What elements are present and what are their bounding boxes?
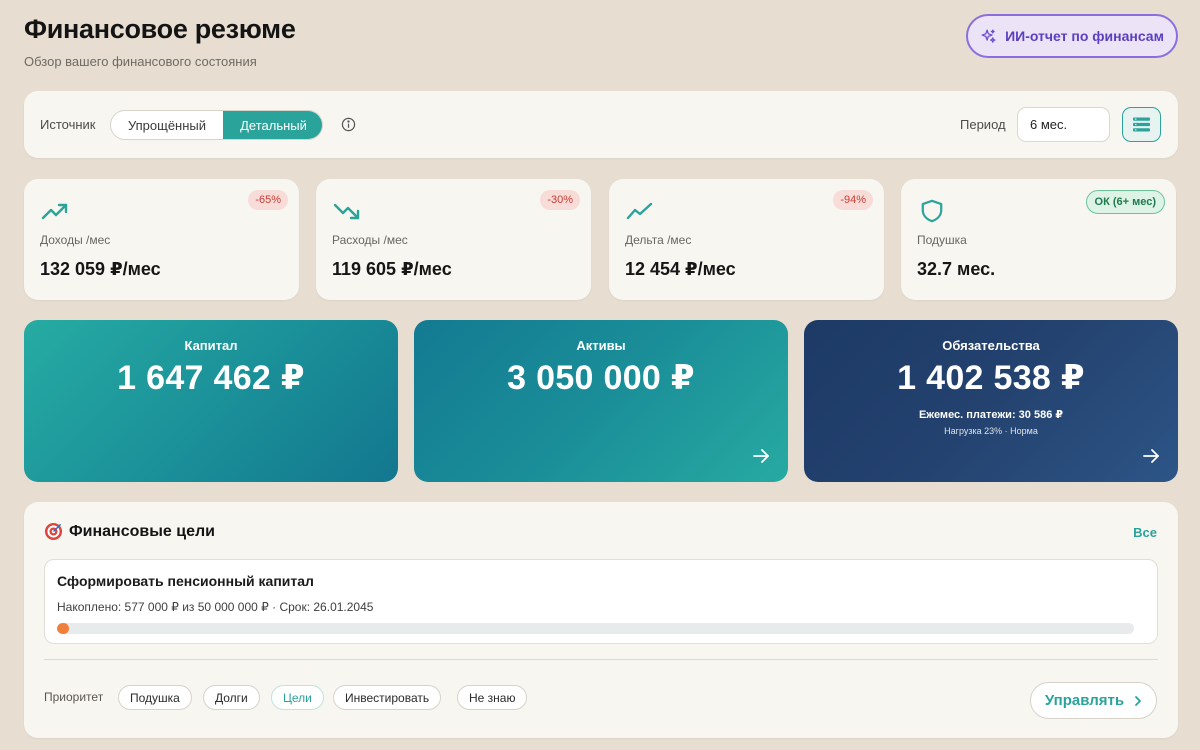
debt-load-note: Нагрузка 23% · Норма bbox=[944, 426, 1038, 436]
target-icon bbox=[44, 522, 63, 541]
delta-change-badge: -94% bbox=[833, 190, 873, 210]
cushion-value: 32.7 мес. bbox=[917, 259, 996, 279]
delta-label: Дельта /мес bbox=[625, 233, 692, 247]
goals-section: Финансовые цели Все Сформировать пенсион… bbox=[24, 502, 1178, 738]
stat-card-expenses: -30% Расходы /мес 119 605 ₽/мес bbox=[316, 179, 591, 300]
delta-value: 12 454 ₽/мес bbox=[625, 259, 736, 279]
divider bbox=[44, 659, 1158, 660]
cushion-label: Подушка bbox=[917, 233, 967, 247]
arrow-right-icon[interactable] bbox=[752, 448, 770, 464]
priority-chip-cushion[interactable]: Подушка bbox=[118, 685, 192, 710]
priority-chip-invest[interactable]: Инвестировать bbox=[333, 685, 442, 710]
line-chart-icon bbox=[626, 202, 653, 220]
stat-card-cushion: ОК (6+ мес) Подушка 32.7 мес. bbox=[901, 179, 1176, 300]
capital-value: 1 647 462 ₽ bbox=[117, 359, 305, 397]
arrow-right-icon[interactable] bbox=[1142, 448, 1160, 464]
filter-bar: Источник Упрощённый Детальный Период 6 м… bbox=[24, 91, 1178, 158]
priority-chip-debts[interactable]: Долги bbox=[203, 685, 260, 710]
period-label: Период bbox=[960, 117, 1006, 132]
goals-header: Финансовые цели bbox=[44, 522, 215, 541]
monthly-payments: Ежемес. платежи: 30 586 ₽ bbox=[804, 408, 1178, 421]
monthly-payments-label: Ежемес. платежи: bbox=[918, 409, 1016, 421]
source-option-simple[interactable]: Упрощённый bbox=[111, 111, 223, 139]
info-icon[interactable] bbox=[341, 117, 356, 132]
priority-label: Приоритет bbox=[44, 690, 104, 704]
trending-down-icon bbox=[333, 203, 360, 220]
income-label: Доходы /мес bbox=[40, 233, 111, 247]
source-option-detailed[interactable]: Детальный bbox=[223, 111, 322, 139]
goal-name: Сформировать пенсионный капитал bbox=[57, 573, 314, 589]
expenses-label: Расходы /мес bbox=[332, 233, 408, 247]
chevron-right-icon bbox=[1135, 695, 1141, 706]
goal-progress-bar bbox=[57, 623, 1134, 634]
page-header: Финансовое резюме Обзор вашего финансово… bbox=[24, 14, 1178, 74]
ai-report-label: ИИ-отчет по финансам bbox=[1005, 28, 1164, 44]
goal-item[interactable]: Сформировать пенсионный капитал Накоплен… bbox=[44, 559, 1158, 644]
shield-icon bbox=[921, 199, 943, 223]
expenses-change-badge: -30% bbox=[540, 190, 580, 210]
monthly-payments-value: 30 586 ₽ bbox=[1018, 409, 1064, 421]
page-title: Финансовое резюме bbox=[24, 14, 296, 44]
income-change-badge: -65% bbox=[248, 190, 288, 210]
goals-all-link[interactable]: Все bbox=[1133, 525, 1157, 540]
goal-progress-info: Накоплено: 577 000 ₽ из 50 000 000 ₽ · С… bbox=[57, 600, 374, 614]
assets-value: 3 050 000 ₽ bbox=[507, 359, 695, 397]
goals-title: Финансовые цели bbox=[69, 522, 215, 540]
liabilities-value: 1 402 538 ₽ bbox=[897, 359, 1085, 397]
source-toggle: Упрощённый Детальный bbox=[110, 110, 323, 140]
list-icon bbox=[1133, 117, 1150, 132]
trending-up-icon bbox=[41, 203, 68, 220]
cushion-status-badge: ОК (6+ мес) bbox=[1085, 190, 1165, 214]
capital-title: Капитал bbox=[184, 338, 238, 353]
source-label: Источник bbox=[40, 117, 96, 132]
expenses-value: 119 605 ₽/мес bbox=[332, 259, 452, 279]
liabilities-card[interactable]: Обязательства 1 402 538 ₽ Ежемес. платеж… bbox=[804, 320, 1178, 482]
ai-report-button[interactable]: ИИ-отчет по финансам bbox=[966, 14, 1178, 58]
manage-goals-label: Управлять bbox=[1044, 692, 1125, 709]
goal-progress-fill bbox=[57, 623, 70, 634]
manage-goals-button[interactable]: Управлять bbox=[1030, 682, 1157, 719]
liabilities-title: Обязательства bbox=[942, 338, 1040, 353]
assets-title: Активы bbox=[576, 338, 626, 353]
priority-chip-unknown[interactable]: Не знаю bbox=[457, 685, 528, 710]
priority-chip-goals[interactable]: Цели bbox=[271, 685, 324, 710]
income-value: 132 059 ₽/мес bbox=[40, 259, 161, 279]
capital-card[interactable]: Капитал 1 647 462 ₽ bbox=[24, 320, 398, 482]
stat-card-income: -65% Доходы /мес 132 059 ₽/мес bbox=[24, 179, 299, 300]
stat-card-delta: -94% Дельта /мес 12 454 ₽/мес bbox=[609, 179, 884, 300]
period-select[interactable]: 6 мес. bbox=[1017, 107, 1110, 142]
list-view-button[interactable] bbox=[1122, 107, 1161, 142]
sparkles-icon bbox=[981, 28, 996, 43]
assets-card[interactable]: Активы 3 050 000 ₽ bbox=[414, 320, 788, 482]
page-subtitle: Обзор вашего финансового состояния bbox=[24, 54, 257, 69]
